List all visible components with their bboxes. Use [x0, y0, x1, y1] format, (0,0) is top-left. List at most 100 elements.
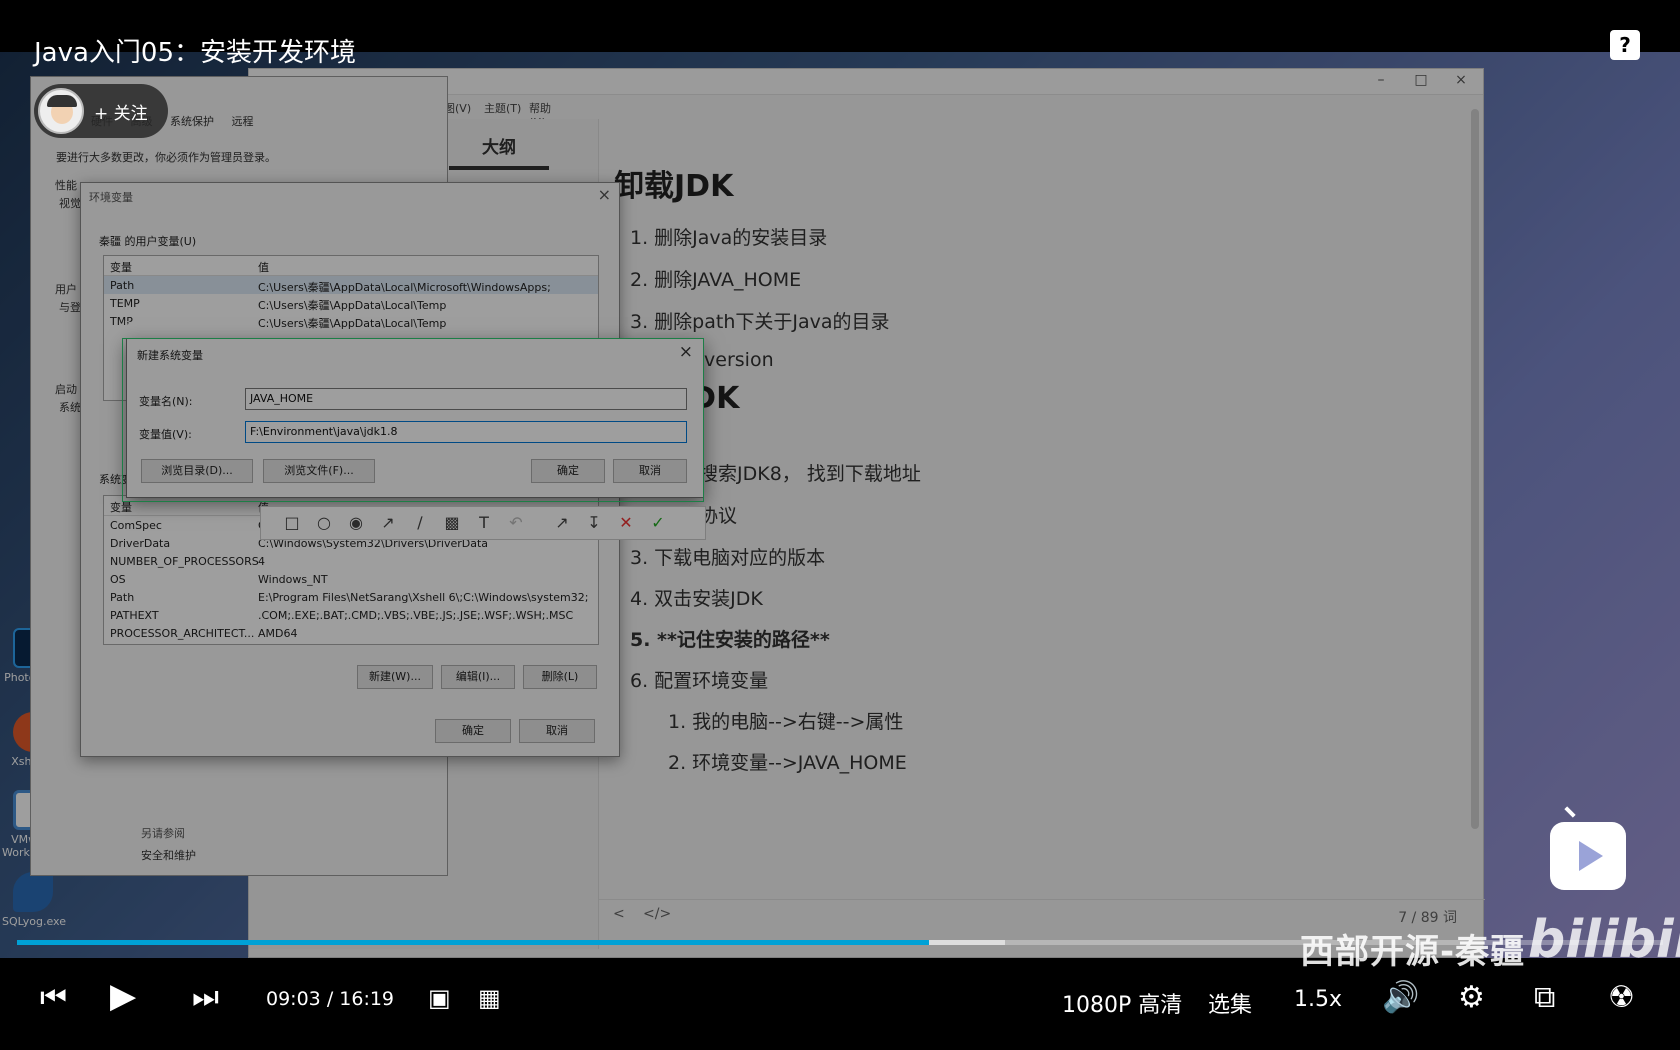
text-icon[interactable]: T: [473, 513, 495, 532]
table-row[interactable]: Path C:\Users\秦疆\AppData\Local\Microsoft…: [104, 276, 598, 294]
chevron-left-icon[interactable]: <: [613, 906, 625, 922]
login-label: 与登: [59, 301, 81, 314]
sub-list-item: 1. 我的电脑-->右键-->属性: [668, 711, 904, 733]
list-item: 4. 双击安装JDK: [630, 588, 763, 610]
screenshot-toolbar: □ ○ ◉ ↗ ∕ ▩ T ↶ ↗ ↧ ✕ ✓: [260, 506, 706, 540]
table-row[interactable]: PATHEXT .COM;.EXE;.BAT;.CMD;.VBS;.VBE;.J…: [104, 606, 598, 624]
list-item: 度搜索JDK8， 找到下载地址: [680, 463, 921, 485]
download-icon[interactable]: ↧: [583, 513, 605, 532]
variable-value-input[interactable]: F:\Environment\java\jdk1.8: [245, 421, 687, 443]
cancel-button[interactable]: 取消: [613, 459, 687, 483]
variable-value-label: 变量值(V):: [139, 428, 192, 441]
duration: 16:19: [339, 988, 395, 1010]
desktop-icon-sqlyog[interactable]: SQLyog.exe: [2, 872, 66, 928]
snip-size-label: 567 x 190: [124, 319, 180, 332]
uploader-follow-pill[interactable]: + 关注: [34, 84, 168, 138]
table-row[interactable]: NUMBER_OF_PROCESSORS 4: [104, 552, 598, 570]
variable-name-label: 变量名(N):: [139, 395, 193, 408]
table-row[interactable]: TEMP C:\Users\秦疆\AppData\Local\Temp: [104, 294, 598, 312]
menu-theme[interactable]: 主题(T): [484, 100, 521, 116]
admin-note: 要进行大多数更改，你必须作为管理员登录。: [56, 151, 276, 164]
video-frame[interactable]: Photoshop Xshell 6 VMware Workstati... S…: [0, 0, 1680, 1050]
close-icon[interactable]: ×: [598, 185, 611, 204]
security-maintenance-link[interactable]: 安全和维护: [141, 847, 196, 863]
sub-list-item: 2. 环境变量-->JAVA_HOME: [668, 752, 907, 774]
table-row[interactable]: Path E:\Program Files\NetSarang\Xshell 6…: [104, 588, 598, 606]
quality-button[interactable]: 1080P 高清: [1062, 987, 1182, 1019]
fullscreen-icon[interactable]: ☢: [1608, 980, 1635, 1015]
bilibili-tv-icon: [1550, 822, 1626, 890]
cancel-button[interactable]: 取消: [519, 719, 595, 743]
startup-label: 启动: [55, 383, 77, 396]
mosaic-icon[interactable]: ◉: [345, 513, 367, 532]
maximize-icon[interactable]: □: [1409, 72, 1433, 88]
cancel-icon[interactable]: ✕: [615, 513, 637, 532]
tab-remote[interactable]: 远程: [232, 115, 254, 128]
menu-view[interactable]: 图(V): [444, 100, 471, 116]
edit-variable-button[interactable]: 编辑(I)...: [441, 665, 515, 689]
variable-name-input[interactable]: JAVA_HOME: [245, 388, 687, 410]
performance-label: 性能: [55, 179, 77, 192]
list-item: 3. 下载电脑对应的版本: [630, 547, 826, 569]
previous-icon[interactable]: ⏮: [40, 980, 67, 1015]
heading-uninstall-jdk: 卸载JDK: [614, 169, 734, 204]
avatar[interactable]: [38, 88, 84, 134]
arrow-icon[interactable]: ↗: [377, 513, 399, 532]
editor-scrollbar[interactable]: [1471, 109, 1479, 829]
table-header: 变量 值: [104, 256, 598, 276]
played-bar: [17, 940, 929, 945]
player-controls: ⏮ ▶ ⏭ 09:03 / 16:19 ▣ ▦ 1080P 高清 选集 1.5x…: [0, 966, 1680, 1030]
list-item: 2. 删除JAVA_HOME: [630, 269, 802, 291]
pen-icon[interactable]: ∕: [409, 513, 431, 532]
user-profile-label: 用户: [55, 283, 77, 296]
close-icon[interactable]: ×: [1449, 72, 1473, 88]
video-title: Java入门05：安装开发环境: [34, 38, 357, 68]
undo-icon[interactable]: ↶: [505, 513, 527, 532]
follow-button[interactable]: + 关注: [94, 99, 148, 124]
list-item: 6. 配置环境变量: [630, 670, 769, 692]
time-display: 09:03 / 16:19: [266, 988, 395, 1010]
play-icon[interactable]: ▶: [110, 976, 136, 1016]
ok-button[interactable]: 确定: [531, 459, 605, 483]
dialog-title: 环境变量: [89, 191, 133, 204]
browse-directory-button[interactable]: 浏览目录(D)...: [141, 459, 253, 483]
progress-bar[interactable]: [17, 940, 1663, 945]
ok-button[interactable]: 确定: [435, 719, 511, 743]
delete-variable-button[interactable]: 删除(L): [523, 665, 597, 689]
volume-icon[interactable]: 🔊: [1382, 980, 1419, 1015]
speed-button[interactable]: 1.5x: [1294, 987, 1342, 1012]
list-item: 1. 删除Java的安装目录: [630, 227, 828, 249]
close-icon[interactable]: ×: [679, 342, 693, 362]
list-item: 5. **记住安装的路径**: [630, 629, 830, 651]
help-icon[interactable]: ?: [1610, 30, 1640, 60]
sqlyog-icon: [13, 872, 53, 912]
circle-icon[interactable]: ○: [313, 513, 335, 532]
dialog-title: 新建系统变量: [137, 349, 203, 362]
table-row[interactable]: OS Windows_NT: [104, 570, 598, 588]
next-icon[interactable]: ⏭: [192, 980, 219, 1015]
visual-label: 视觉: [59, 197, 81, 210]
user-variables-label: 秦疆 的用户变量(U): [99, 235, 197, 248]
danmaku-toggle-icon[interactable]: ▣: [428, 984, 451, 1012]
browse-file-button[interactable]: 浏览文件(F)...: [263, 459, 375, 483]
see-also-label: 另请参阅: [141, 827, 185, 840]
source-code-icon[interactable]: </>: [643, 906, 671, 922]
new-system-variable-dialog: 新建系统变量 × 变量名(N): JAVA_HOME 变量值(V): F:\En…: [126, 338, 704, 498]
rectangle-icon[interactable]: □: [281, 513, 303, 532]
picture-in-picture-icon[interactable]: ⧉: [1534, 980, 1555, 1015]
confirm-icon[interactable]: ✓: [647, 513, 669, 532]
danmaku-settings-icon[interactable]: ▦: [478, 984, 501, 1012]
new-variable-button[interactable]: 新建(W)...: [357, 665, 433, 689]
blur-icon[interactable]: ▩: [441, 513, 463, 532]
episodes-button[interactable]: 选集: [1208, 987, 1252, 1019]
document-content[interactable]: 卸载JDK 1. 删除Java的安装目录 2. 删除JAVA_HOME 3. 删…: [614, 119, 1464, 899]
system-label: 系统: [59, 401, 81, 414]
share-icon[interactable]: ↗: [551, 513, 573, 532]
tab-outline[interactable]: 大纲: [449, 133, 549, 170]
minimize-icon[interactable]: –: [1369, 72, 1393, 88]
list-item: 3. 删除path下关于Java的目录: [630, 311, 890, 333]
table-row[interactable]: PROCESSOR_ARCHITECT... AMD64: [104, 624, 598, 642]
tab-system-protection[interactable]: 系统保护: [170, 115, 214, 128]
current-time: 09:03: [266, 988, 321, 1010]
settings-icon[interactable]: ⚙: [1458, 980, 1485, 1015]
